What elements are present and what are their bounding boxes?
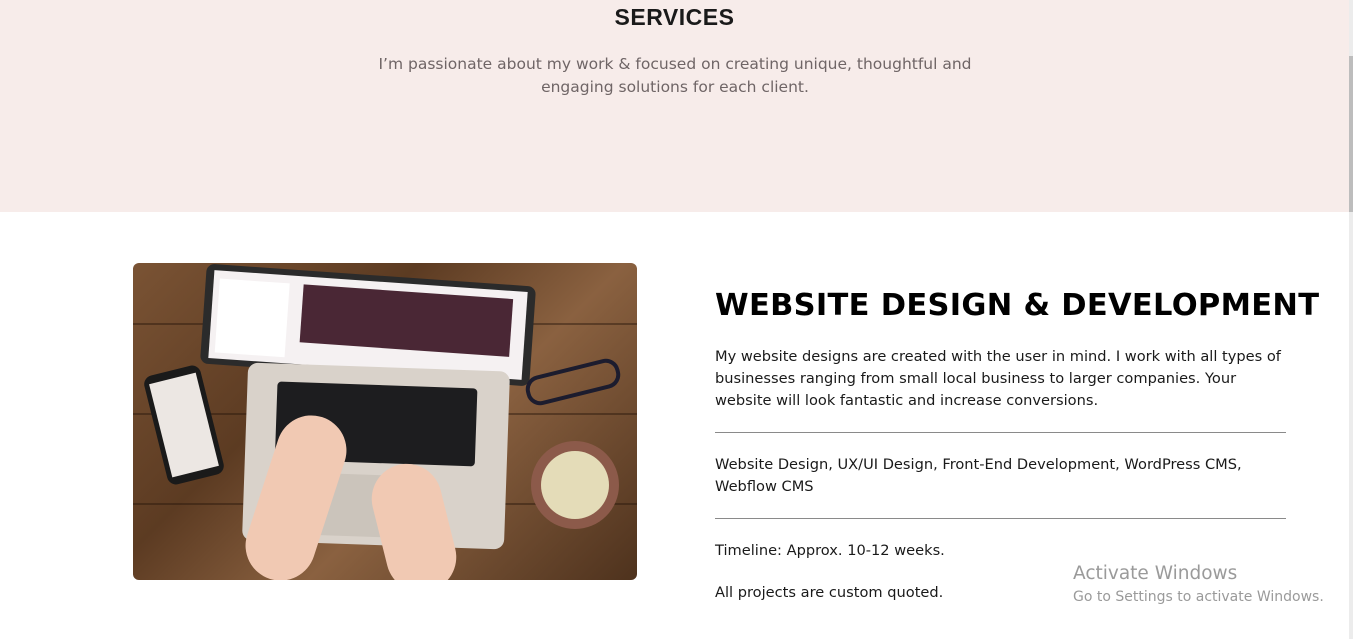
service-timeline: Timeline: Approx. 10-12 weeks.	[715, 542, 945, 559]
service-quote-note: All projects are custom quoted.	[715, 584, 944, 601]
coffee-mug	[531, 441, 619, 529]
section-subtitle: I’m passionate about my work & focused o…	[378, 55, 972, 96]
divider	[715, 518, 1286, 519]
divider	[715, 432, 1286, 433]
section-title: SERVICES	[614, 4, 735, 30]
service-title: WEBSITE DESIGN & DEVELOPMENT	[715, 288, 1320, 323]
service-list: Website Design, UX/UI Design, Front-End …	[715, 456, 1242, 495]
services-hero: SERVICES I’m passionate about my work & …	[0, 0, 1353, 212]
glasses	[522, 355, 624, 409]
laptop-display-sidebar	[214, 278, 290, 358]
coffee	[541, 451, 609, 519]
service-description: My website designs are created with the …	[715, 348, 1281, 409]
phone	[142, 363, 226, 487]
activate-windows-subtitle: Go to Settings to activate Windows.	[1073, 589, 1324, 605]
laptop-display-hero	[299, 284, 514, 357]
phone-screen	[149, 372, 219, 478]
activate-windows-title: Activate Windows	[1073, 563, 1238, 584]
service-image	[133, 263, 637, 580]
page-scrollbar[interactable]	[1349, 0, 1353, 639]
scrollbar-thumb[interactable]	[1349, 56, 1353, 212]
